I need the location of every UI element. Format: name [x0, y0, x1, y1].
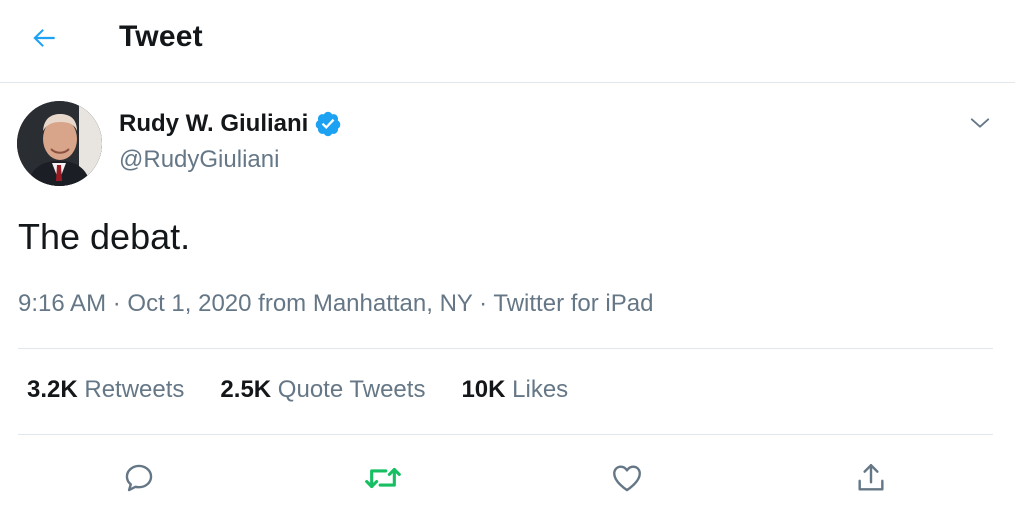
- author-name-row[interactable]: Rudy W. Giuliani: [119, 110, 342, 138]
- arrow-left-icon: [33, 29, 55, 47]
- more-options-button[interactable]: [963, 108, 997, 138]
- divider: [18, 348, 993, 349]
- reply-icon: [125, 464, 153, 492]
- back-button[interactable]: [24, 18, 64, 58]
- tweet-text: The debat.: [18, 216, 191, 257]
- author-display-name[interactable]: Rudy W. Giuliani: [119, 110, 308, 138]
- share-icon: [858, 464, 884, 491]
- tweet-location[interactable]: Manhattan, NY: [313, 290, 473, 317]
- meta-separator: ·: [479, 290, 488, 317]
- retweet-icon: [365, 467, 401, 489]
- reply-button[interactable]: [117, 456, 161, 500]
- avatar[interactable]: [17, 101, 102, 186]
- retweets-label: Retweets: [84, 376, 185, 403]
- divider: [18, 434, 993, 435]
- likes-count: 10K: [461, 376, 506, 403]
- page-title: Tweet: [119, 20, 203, 53]
- retweet-button[interactable]: [361, 456, 405, 500]
- heart-icon: [613, 465, 641, 492]
- author-handle[interactable]: @RudyGiuliani: [119, 146, 279, 174]
- tweet-date[interactable]: Oct 1, 2020: [127, 290, 251, 317]
- quote-tweets-count: 2.5K: [220, 376, 272, 403]
- quote-tweets-label: Quote Tweets: [277, 376, 426, 403]
- like-button[interactable]: [605, 456, 649, 500]
- share-button[interactable]: [849, 456, 893, 500]
- tweet-source[interactable]: Twitter for iPad: [493, 290, 653, 317]
- tweet-metadata: 9:16 AM · Oct 1, 2020 from Manhattan, NY…: [18, 290, 653, 318]
- likes-label: Likes: [512, 376, 569, 403]
- verified-badge-icon: [314, 110, 342, 138]
- chevron-down-icon: [970, 118, 990, 128]
- meta-separator: ·: [112, 290, 121, 317]
- from-prefix: from: [258, 290, 307, 317]
- retweets-count: 3.2K: [27, 376, 78, 403]
- quote-tweets-stat[interactable]: 2.5K Quote Tweets: [220, 376, 425, 404]
- tweet-time[interactable]: 9:16 AM: [18, 290, 106, 317]
- retweets-stat[interactable]: 3.2K Retweets: [27, 376, 184, 404]
- likes-stat[interactable]: 10K Likes: [461, 376, 568, 404]
- tweet-stats: 3.2K Retweets 2.5K Quote Tweets 10K Like…: [27, 376, 604, 404]
- tweet-header: Tweet: [0, 0, 1015, 83]
